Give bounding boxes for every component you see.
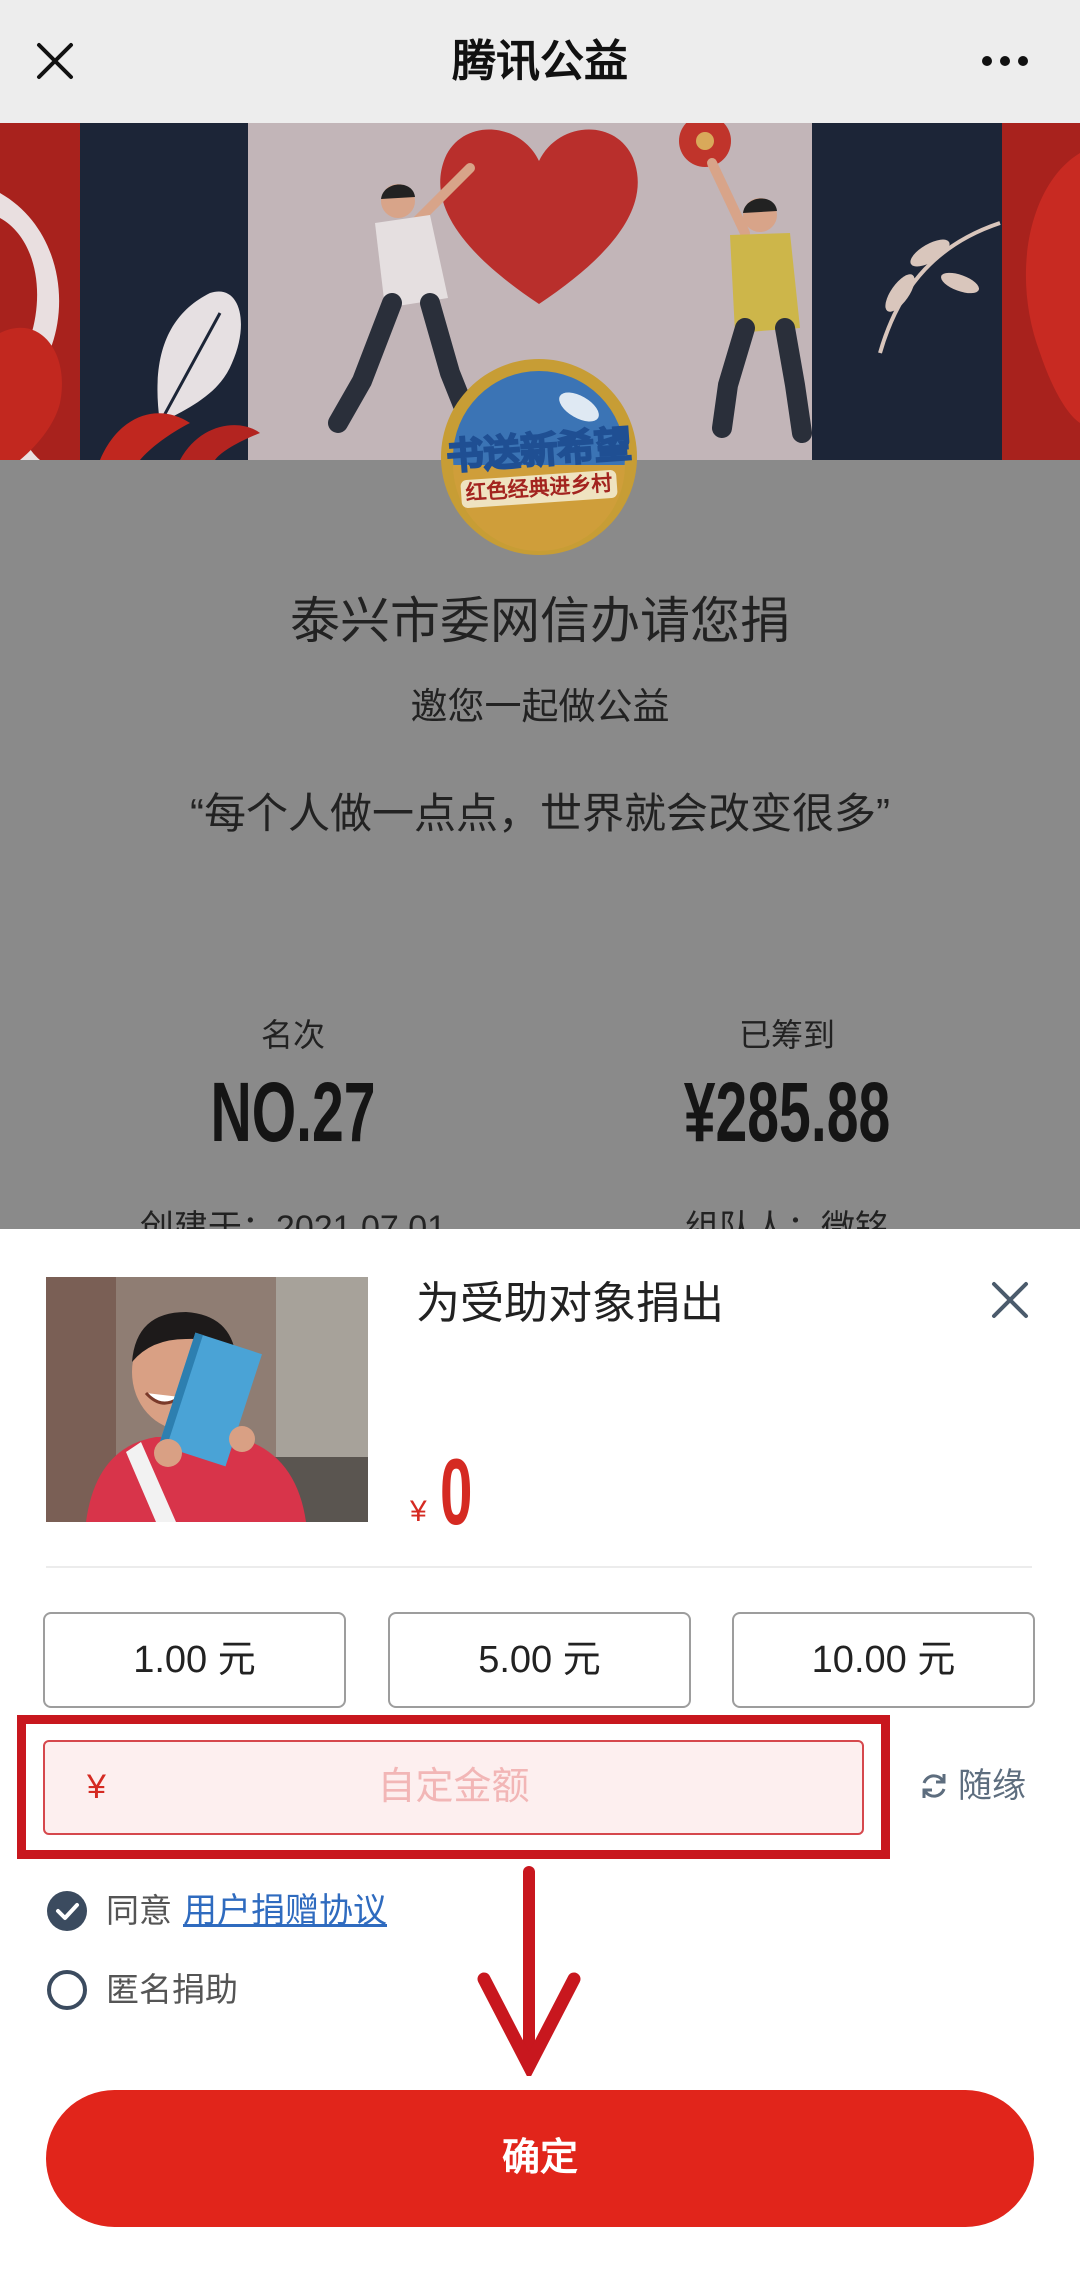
rank-label: 名次 [260, 1017, 325, 1053]
more-button[interactable] [970, 31, 1040, 91]
divider [46, 1566, 1032, 1568]
preset-amount-button[interactable]: 1.00 元 [43, 1612, 346, 1708]
agree-label: 同意 [106, 1892, 172, 1929]
top-bar: 腾讯公益 [0, 0, 1080, 123]
custom-amount-currency: ¥ [87, 1768, 106, 1806]
page-title: 腾讯公益 [452, 37, 628, 86]
raised-value: ¥285.88 [683, 1065, 891, 1159]
random-amount-label: 随缘 [958, 1767, 1026, 1805]
sheet-title: 为受助对象捐出 [416, 1279, 724, 1328]
campaign-heading: 泰兴市委网信办请您捐 [290, 593, 790, 649]
close-icon [982, 1272, 1038, 1328]
close-icon [25, 31, 85, 91]
refresh-icon [918, 1770, 950, 1802]
custom-amount-input[interactable] [45, 1742, 862, 1833]
amount-currency: ¥ [410, 1495, 427, 1528]
custom-amount-field: ¥ [43, 1740, 864, 1835]
donation-sheet: 为受助对象捐出 ¥ 0 1.00 元 5.00 元 10.00 元 ¥ 自定金额… [0, 1229, 1080, 2272]
amount-value: 0 [440, 1439, 473, 1544]
anonymous-label: 匿名捐助 [106, 1971, 238, 2008]
random-amount-button[interactable]: 随缘 [918, 1761, 1026, 1811]
anonymous-row: 匿名捐助 [47, 1965, 238, 2015]
more-icon [970, 31, 1040, 91]
sheet-close-button[interactable] [982, 1272, 1038, 1328]
rank-value: NO.27 [210, 1065, 376, 1159]
raised-label: 已筹到 [738, 1017, 835, 1053]
radio-circle-icon[interactable] [47, 1970, 87, 2010]
agreement-row: 同意 用户捐赠协议 [47, 1886, 387, 1936]
campaign-subheading: 邀您一起做公益 [410, 686, 670, 727]
preset-amount-button[interactable]: 10.00 元 [732, 1612, 1035, 1708]
campaign-quote: “每个人做一点点，世界就会改变很多” [190, 790, 890, 837]
page: 腾讯公益 书送新希望 红色经典进乡村 泰兴市委网信办请您捐 邀您一起做公益 “每… [0, 0, 1080, 2272]
preset-amount-button[interactable]: 5.00 元 [388, 1612, 691, 1708]
beneficiary-photo [46, 1277, 368, 1522]
check-circle-icon[interactable] [47, 1891, 87, 1931]
agreement-link[interactable]: 用户捐赠协议 [183, 1886, 387, 1936]
confirm-button[interactable]: 确定 [46, 2090, 1034, 2227]
close-button[interactable] [25, 31, 85, 91]
campaign-logo: 书送新希望 红色经典进乡村 [439, 357, 639, 557]
